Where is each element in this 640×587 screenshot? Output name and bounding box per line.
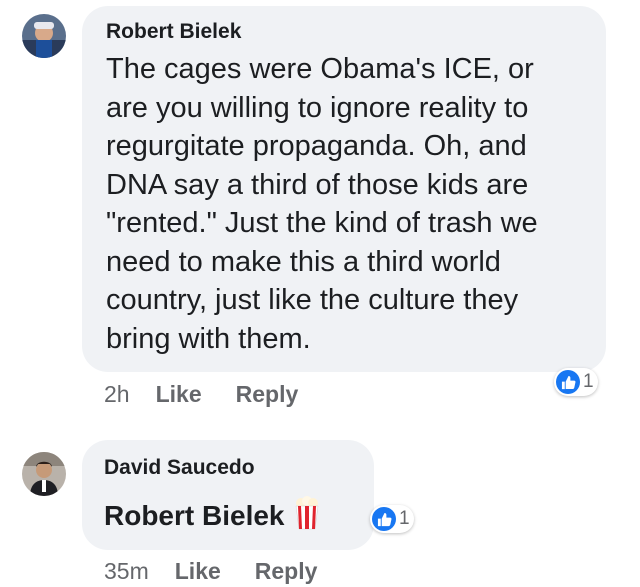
avatar[interactable] [22, 452, 66, 496]
comment-text-line: bring with them. [106, 322, 311, 355]
popcorn-icon [293, 496, 321, 535]
comment-text-line: are you willing to ignore reality to [106, 91, 529, 124]
reaction-count: 1 [399, 508, 410, 529]
comment-text-line: DNA say a third of those kids are [106, 168, 529, 201]
like-icon [556, 370, 580, 394]
comment-author[interactable]: David Saucedo [104, 456, 321, 480]
like-button[interactable]: Like [175, 558, 221, 585]
comment-actions: 2h Like Reply [104, 381, 332, 408]
comment-text-line: need to make this a third world [106, 245, 501, 278]
mention-link[interactable]: Robert Bielek [104, 500, 285, 532]
comment-text: The cages were Obama's ICE, or are you w… [106, 50, 588, 358]
comment-text-line: "rented." Just the kind of trash we [106, 207, 538, 239]
comment-author[interactable]: Robert Bielek [106, 20, 588, 44]
reaction-count: 1 [583, 371, 594, 392]
avatar[interactable] [22, 14, 66, 58]
reaction-count-badge[interactable]: 1 [370, 505, 414, 533]
comment-timestamp[interactable]: 2h [104, 381, 130, 408]
reply-button[interactable]: Reply [255, 558, 318, 585]
comment-timestamp[interactable]: 35m [104, 558, 149, 585]
comment-text-line: The cages were Obama's ICE, or [106, 53, 534, 85]
like-button[interactable]: Like [156, 381, 202, 408]
comment-bubble: Robert Bielek The cages were Obama's ICE… [82, 6, 606, 372]
comment-actions: 35m Like Reply [104, 558, 351, 585]
like-icon [372, 507, 396, 531]
reaction-count-badge[interactable]: 1 [554, 368, 598, 396]
comment-bubble: David Saucedo Robert Bielek [82, 440, 374, 550]
user-avatar [22, 452, 66, 496]
user-avatar [22, 14, 66, 58]
reply-button[interactable]: Reply [236, 381, 299, 408]
comment-text-line: regurgitate propaganda. Oh, and [106, 130, 527, 162]
comment-text-line: country, just like the culture they [106, 284, 519, 316]
